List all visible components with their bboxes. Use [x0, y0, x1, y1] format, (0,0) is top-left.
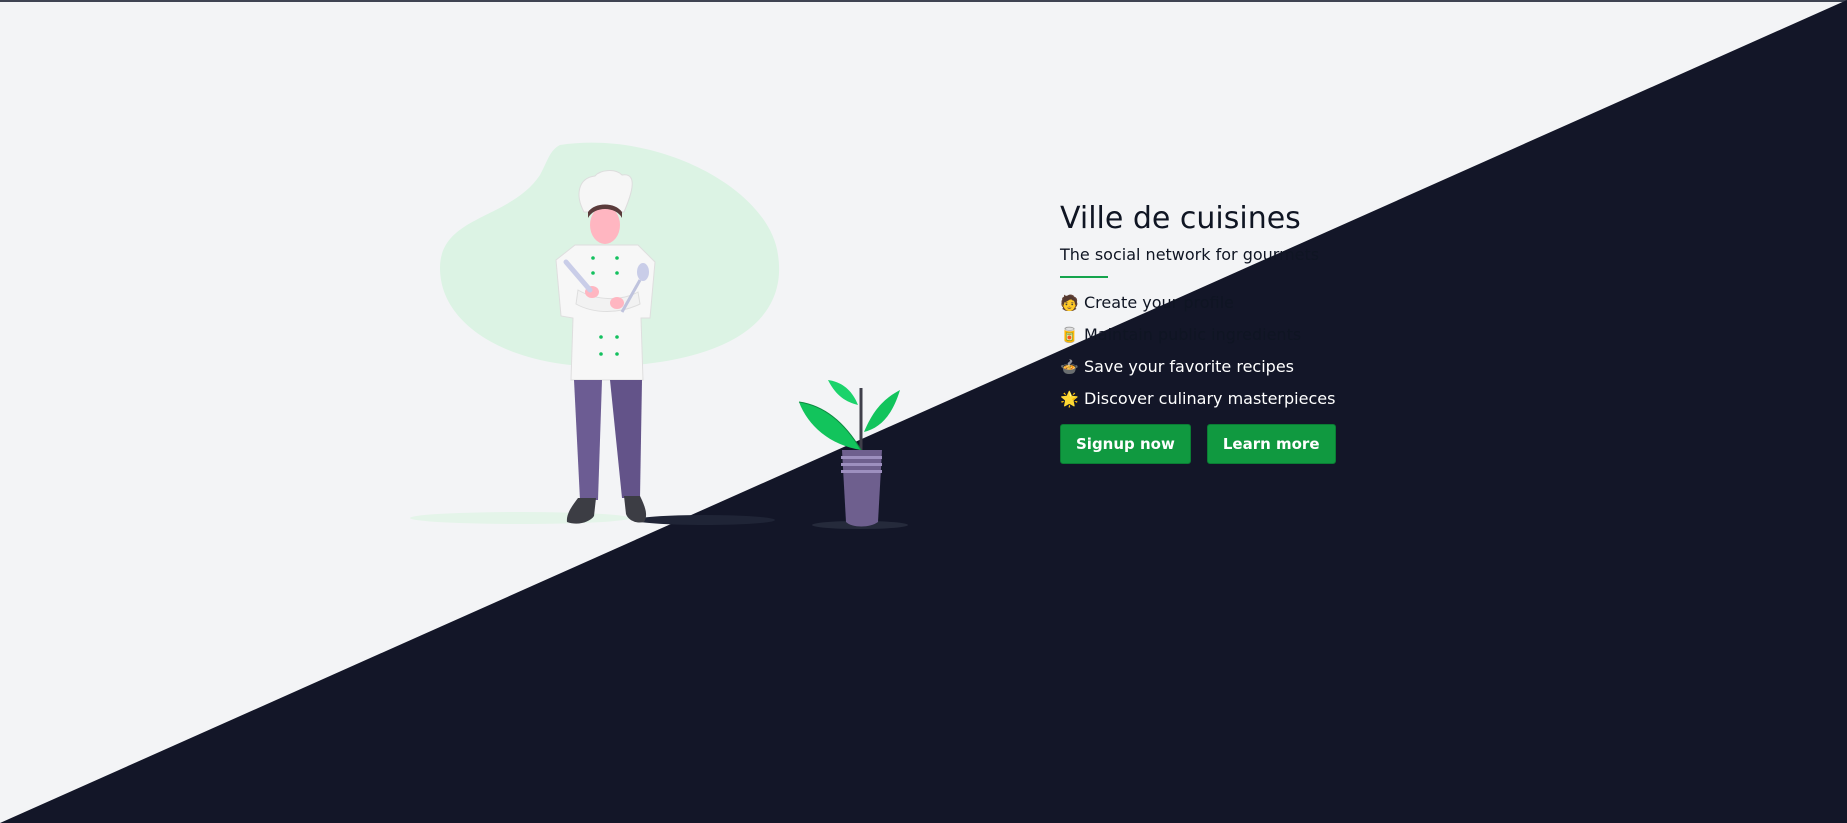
title-underline — [1060, 276, 1108, 278]
feature-item: 🍲 Save your favorite recipes — [1060, 356, 1420, 378]
hero-subtitle: The social network for gourmets — [1060, 245, 1320, 264]
pot-of-food-icon: 🍲 — [1060, 358, 1079, 376]
feature-item: 🥫 Maintain public ingredients — [1060, 324, 1420, 346]
learn-more-button[interactable]: Learn more — [1206, 424, 1336, 464]
hero-section: Ville de cuisines The social network for… — [1060, 198, 1420, 464]
feature-item: 🧑 Create your profile — [1060, 292, 1420, 314]
person-icon: 🧑 — [1060, 294, 1079, 312]
signup-button[interactable]: Signup now — [1060, 424, 1191, 464]
chef-illustration — [410, 142, 908, 529]
hero-title: Ville de cuisines — [1060, 201, 1301, 236]
landing-page: Ville de cuisines The social network for… — [0, 0, 1847, 823]
cta-buttons: Signup now Learn more — [1060, 424, 1420, 464]
feature-text: Discover culinary masterpieces — [1084, 389, 1336, 408]
feature-text: Save your favorite recipes — [1084, 357, 1294, 376]
feature-list: 🧑 Create your profile 🥫 Maintain public … — [1060, 292, 1420, 410]
feature-text: Create your profile — [1084, 293, 1234, 312]
glowing-star-icon: 🌟 — [1060, 390, 1079, 408]
feature-item: 🌟 Discover culinary masterpieces — [1060, 388, 1420, 410]
feature-text: Maintain public ingredients — [1084, 325, 1302, 344]
canned-food-icon: 🥫 — [1060, 326, 1079, 344]
